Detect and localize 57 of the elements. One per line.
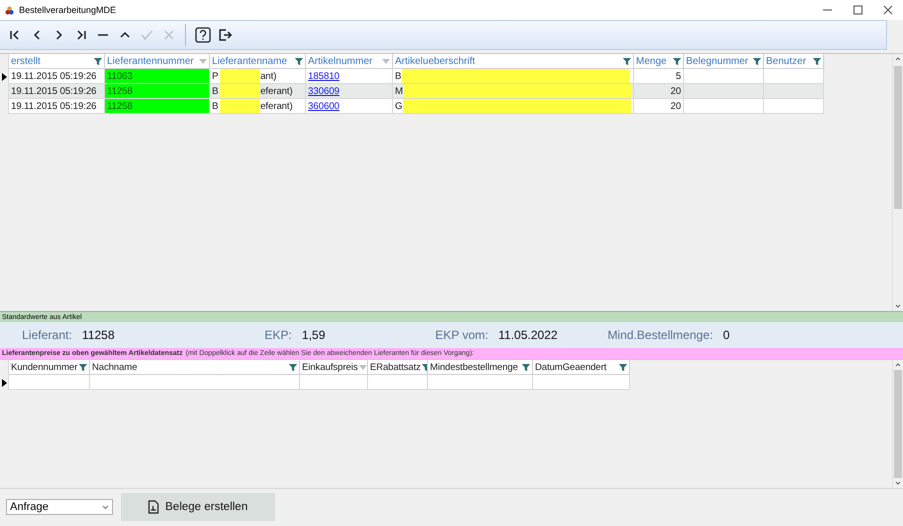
filter-icon[interactable] — [753, 58, 761, 64]
article-link[interactable]: 330609 — [308, 86, 340, 96]
table-cell-text: eferant) — [260, 100, 293, 112]
table-cell: 11063 — [105, 69, 210, 84]
article-link[interactable]: 185810 — [308, 70, 340, 82]
field-value: 0 — [722, 328, 730, 342]
table-cell-text: M — [395, 86, 403, 96]
filter-icon[interactable] — [522, 364, 530, 370]
field-value: 11.05.2022 — [498, 328, 558, 342]
field-label: Mind.Bestellmenge: — [608, 328, 713, 342]
scrollbar[interactable] — [892, 360, 903, 488]
document-icon — [148, 500, 160, 514]
exit-icon — [218, 28, 232, 42]
filter-icon[interactable] — [813, 58, 821, 64]
app-icon — [5, 6, 14, 14]
table-cell: 20 — [634, 84, 684, 99]
table-cell-text: ant) — [260, 70, 276, 82]
filter-icon[interactable] — [79, 364, 87, 370]
filter-icon[interactable] — [619, 364, 627, 370]
field-value: 1,59 — [302, 328, 326, 342]
filter-icon[interactable] — [94, 58, 102, 64]
field-label: EKP: — [264, 328, 292, 342]
filter-icon[interactable] — [623, 58, 631, 64]
table-cell — [764, 84, 824, 99]
table-cell: 11258 — [105, 84, 210, 99]
table-cell-text: G — [395, 100, 402, 112]
filter-icon[interactable] — [295, 58, 303, 64]
table-cell-text: B — [395, 70, 402, 82]
chevron-down-icon — [102, 504, 109, 510]
window-title: BestellverarbeitungMDE — [19, 5, 118, 15]
table-cell: 20 — [634, 99, 684, 114]
table-cell: 19.11.2015 05:19:26 — [9, 99, 105, 114]
create-documents-button[interactable]: Belege erstellen — [121, 493, 275, 521]
table-cell: 19.11.2015 05:19:26 — [9, 84, 105, 99]
table-cell-text: P — [212, 70, 218, 82]
table-cell-text: eferant) — [260, 86, 293, 96]
field-value: 11258 — [82, 328, 115, 342]
current-row-icon — [2, 378, 6, 386]
table-cell: 5 — [634, 69, 684, 84]
filter-icon[interactable] — [289, 364, 297, 370]
field-label: EKP vom: — [435, 328, 488, 342]
scrollbar[interactable] — [892, 54, 903, 311]
table-cell-text: B — [212, 100, 218, 112]
document-type-dropdown[interactable]: Anfrage — [6, 499, 113, 515]
first-record-icon — [8, 28, 22, 42]
checkmark-icon — [140, 28, 154, 42]
column-header[interactable]: Nachname — [92, 362, 138, 372]
help-icon — [194, 27, 210, 43]
article-link[interactable]: 360600 — [308, 100, 340, 112]
table-cell: 19.11.2015 05:19:26 — [9, 69, 105, 84]
table-cell-text: B — [212, 86, 218, 96]
table-cell: 11258 — [105, 99, 210, 114]
field-label: Lieferant: — [22, 328, 72, 342]
filter-icon[interactable] — [673, 58, 681, 64]
table-cell — [764, 99, 824, 114]
close-icon — [162, 28, 176, 42]
current-row-icon — [2, 72, 6, 80]
